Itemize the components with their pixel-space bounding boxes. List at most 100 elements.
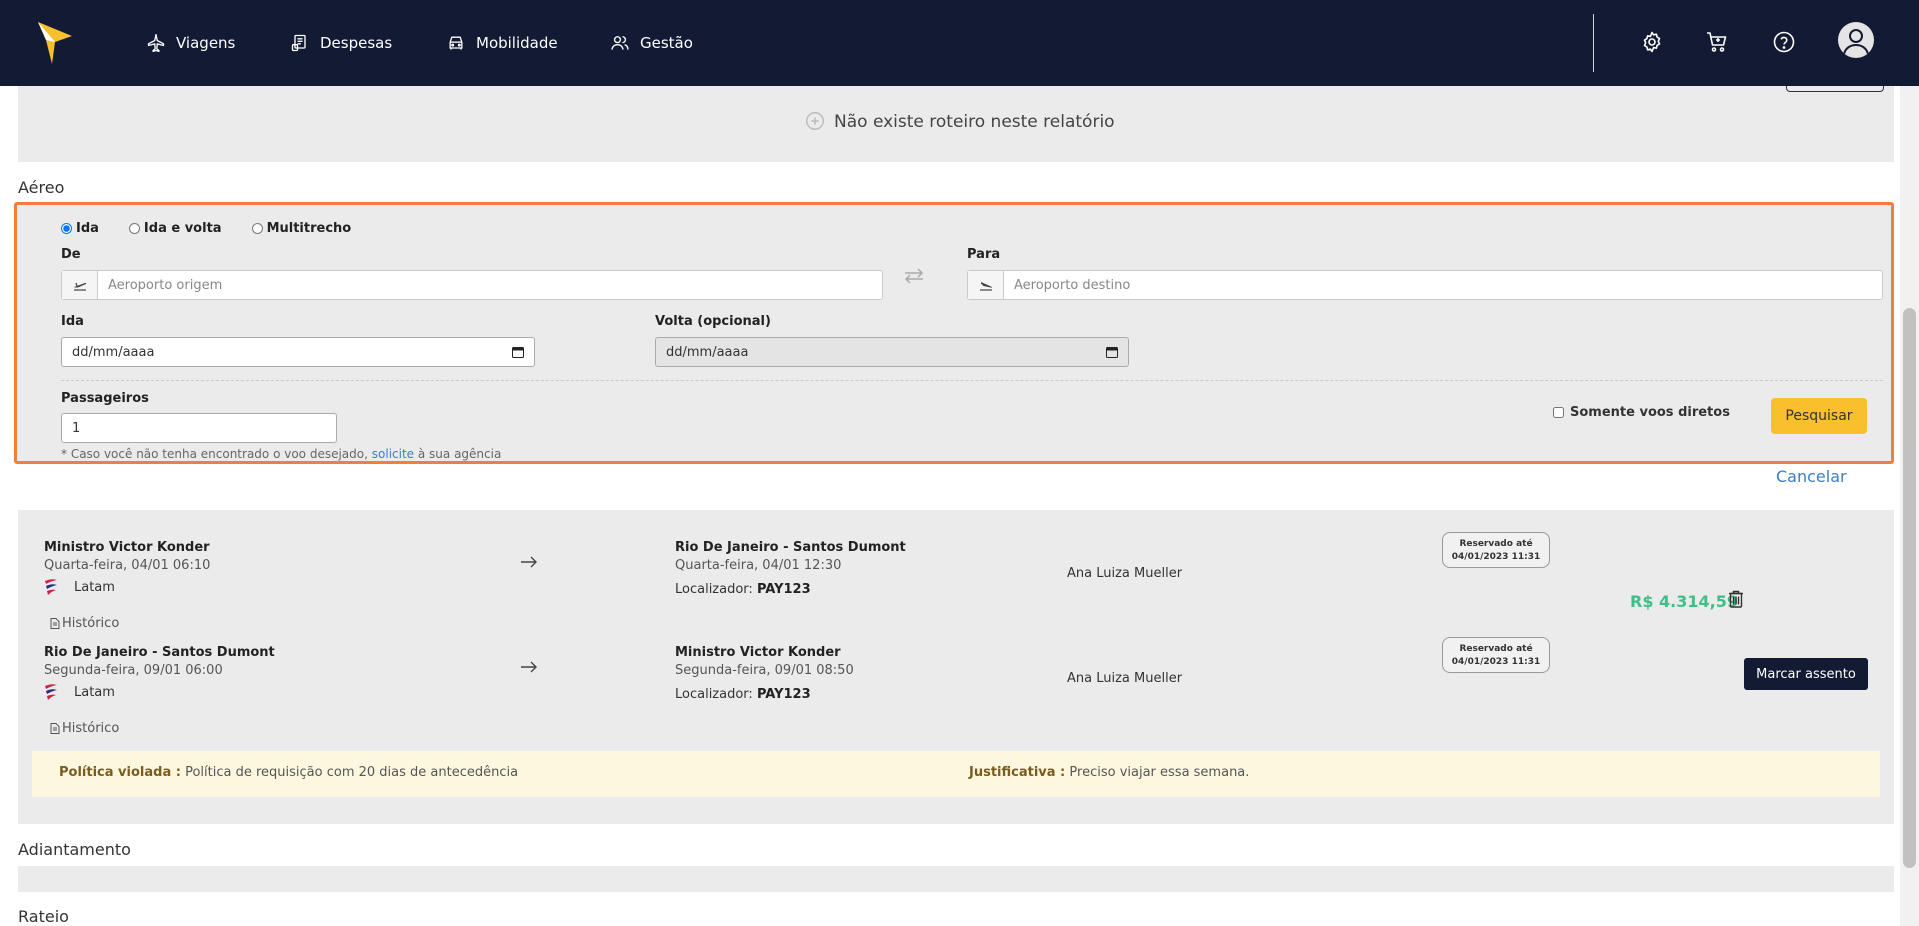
destination-datetime: Segunda-feira, 09/01 08:50	[675, 663, 854, 678]
trash-icon[interactable]	[1728, 590, 1744, 608]
gear-icon[interactable]	[1640, 30, 1664, 54]
locator: Localizador: PAY123	[675, 687, 811, 702]
receipt-icon	[291, 34, 306, 52]
document-icon	[50, 618, 60, 629]
user-avatar-icon	[1843, 29, 1869, 55]
radio-label: Ida	[76, 221, 99, 236]
policy-violation-banner: Política violada : Política de requisiçã…	[32, 751, 1880, 797]
users-icon	[611, 36, 629, 50]
scrollbar-thumb[interactable]	[1903, 308, 1916, 868]
locator-label: Localizador:	[675, 582, 753, 597]
arrow-right-icon	[521, 661, 537, 673]
destination-datetime: Quarta-feira, 04/01 12:30	[675, 558, 842, 573]
reserved-date: 04/01/2023 11:31	[1451, 657, 1541, 667]
nav-item-gestao[interactable]: Gestão	[610, 30, 693, 56]
destination-airport: Rio De Janeiro - Santos Dumont	[675, 540, 906, 555]
user-avatar[interactable]	[1838, 22, 1874, 58]
total-price: R$ 4.314,59	[1630, 592, 1738, 611]
trip-type-round-trip[interactable]: Ida e volta	[128, 221, 222, 236]
locator-code: PAY123	[756, 582, 811, 597]
locator: Localizador: PAY123	[675, 582, 811, 597]
date-value: dd/mm/aaaa	[72, 344, 155, 360]
passenger-name: Ana Luiza Mueller	[1067, 671, 1183, 686]
trip-type-group: Ida Ida e volta Multitrecho	[61, 221, 351, 236]
reserved-label: Reservado até	[1459, 539, 1533, 549]
departure-date-label: Ida	[61, 314, 84, 329]
nav-divider	[1593, 14, 1594, 72]
destination-airport-field[interactable]	[967, 270, 1883, 300]
flight-leg: Ministro Victor Konder Quarta-feira, 04/…	[18, 532, 1894, 636]
select-seat-button[interactable]: Marcar assento	[1744, 658, 1868, 690]
trip-type-multi-leg[interactable]: Multitrecho	[251, 221, 351, 236]
itinerary-empty-panel: Não existe roteiro neste relatório	[18, 80, 1894, 162]
split-section-title: Rateio	[18, 907, 69, 926]
plane-takeoff-icon	[73, 282, 86, 291]
air-section-title: Aéreo	[18, 178, 65, 197]
logo-icon[interactable]	[38, 22, 72, 64]
history-link[interactable]: Histórico	[50, 721, 119, 736]
route-icon	[806, 112, 824, 130]
swap-icon[interactable]	[903, 267, 925, 285]
airline: Latam	[44, 683, 115, 701]
radio-multi-leg[interactable]	[251, 223, 263, 234]
advance-panel	[18, 866, 1894, 892]
reserved-label: Reservado até	[1459, 644, 1533, 654]
origin-datetime: Quarta-feira, 04/01 06:10	[44, 558, 211, 573]
destination-airport: Ministro Victor Konder	[675, 645, 841, 660]
justification: Justificativa : Preciso viajar essa sema…	[969, 765, 1249, 780]
arrival-plane-icon-box	[968, 271, 1004, 299]
divider	[61, 380, 1883, 381]
latam-logo-icon	[45, 579, 57, 595]
nav-item-label: Despesas	[320, 34, 393, 52]
reserved-until-badge: Reservado até 04/01/2023 11:31	[1442, 637, 1550, 673]
cart-icon[interactable]	[1705, 30, 1729, 54]
passengers-input[interactable]	[61, 413, 337, 443]
advance-section-title: Adiantamento	[18, 840, 131, 859]
destination-airport-input[interactable]	[1004, 271, 1882, 299]
nav-item-viagens[interactable]: Viagens	[146, 30, 235, 56]
departure-date-input[interactable]: dd/mm/aaaa	[61, 337, 535, 367]
policy-violated-label: Política violada :	[59, 765, 181, 780]
help-icon[interactable]	[1772, 30, 1796, 54]
locator-code: PAY123	[756, 687, 811, 702]
radio-round-trip[interactable]	[128, 223, 140, 234]
return-date-label: Volta (opcional)	[655, 314, 771, 329]
radio-label: Ida e volta	[143, 221, 222, 236]
justification-label: Justificativa :	[969, 765, 1066, 780]
direct-flights-toggle[interactable]: Somente voos diretos	[1553, 405, 1730, 420]
from-label: De	[61, 247, 81, 262]
history-link[interactable]: Histórico	[50, 616, 119, 631]
origin-airport: Ministro Victor Konder	[44, 540, 210, 555]
nav-item-mobilidade[interactable]: Mobilidade	[446, 30, 558, 56]
flight-leg: Rio De Janeiro - Santos Dumont Segunda-f…	[18, 637, 1894, 741]
direct-flights-checkbox[interactable]	[1553, 407, 1564, 418]
history-label: Histórico	[62, 616, 120, 631]
nav-item-label: Mobilidade	[476, 34, 558, 52]
justification-text: Preciso viajar essa semana.	[1069, 765, 1250, 780]
request-link[interactable]: solicite	[372, 447, 414, 461]
nav-item-despesas[interactable]: Despesas	[290, 30, 392, 56]
nav-item-label: Gestão	[640, 34, 693, 52]
airline: Latam	[44, 578, 115, 596]
origin-datetime: Segunda-feira, 09/01 06:00	[44, 663, 223, 678]
return-date-input[interactable]: dd/mm/aaaa	[655, 337, 1129, 367]
policy-violated-text: Política de requisição com 20 dias de an…	[185, 765, 519, 780]
empty-itinerary-message: Não existe roteiro neste relatório	[834, 112, 1115, 132]
to-label: Para	[967, 247, 1001, 262]
passenger-name: Ana Luiza Mueller	[1067, 566, 1183, 581]
reserved-date: 04/01/2023 11:31	[1451, 552, 1541, 562]
radio-one-way[interactable]	[61, 223, 72, 234]
calendar-icon[interactable]	[512, 346, 524, 358]
calendar-icon[interactable]	[1106, 346, 1118, 358]
origin-airport-input[interactable]	[98, 271, 882, 299]
policy-violated: Política violada : Política de requisiçã…	[59, 765, 518, 780]
search-button[interactable]: Pesquisar	[1771, 398, 1867, 434]
origin-airport-field[interactable]	[61, 270, 883, 300]
car-icon	[449, 36, 463, 50]
arrow-right-icon	[521, 556, 537, 568]
trip-type-one-way[interactable]: Ida	[61, 221, 99, 236]
airplane-icon	[147, 34, 165, 52]
locator-label: Localizador:	[675, 687, 753, 702]
history-label: Histórico	[62, 721, 120, 736]
cancel-link[interactable]: Cancelar	[1776, 467, 1847, 486]
